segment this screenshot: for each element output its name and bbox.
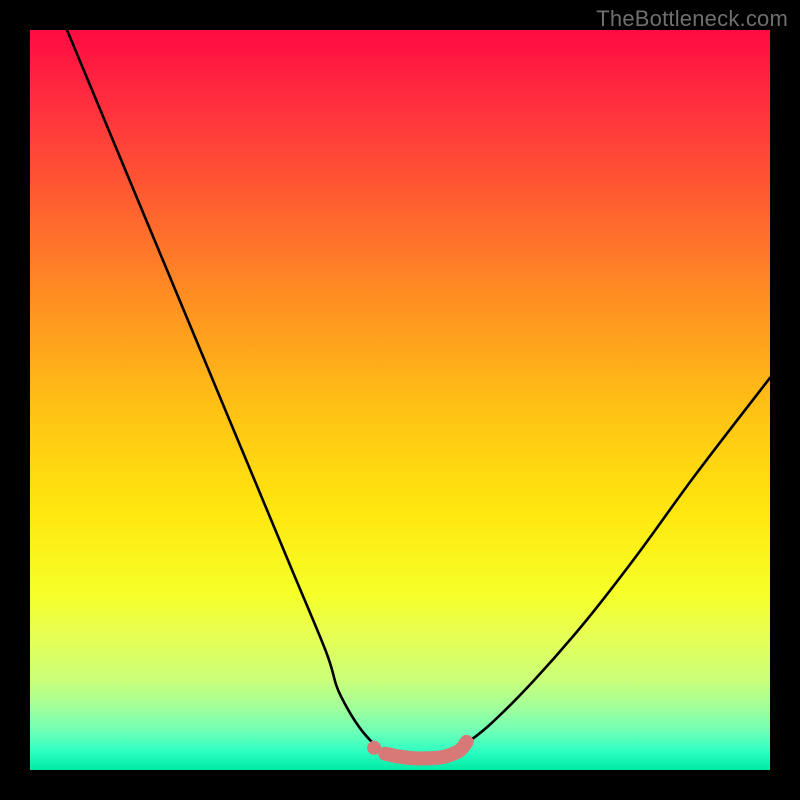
sweet-spot-dot bbox=[367, 741, 381, 755]
chart-svg bbox=[30, 30, 770, 770]
plot-area bbox=[30, 30, 770, 770]
watermark-text: TheBottleneck.com bbox=[596, 6, 788, 32]
chart-frame: TheBottleneck.com bbox=[0, 0, 800, 800]
sweet-spot-highlight bbox=[385, 742, 466, 758]
bottleneck-curve bbox=[67, 30, 770, 757]
